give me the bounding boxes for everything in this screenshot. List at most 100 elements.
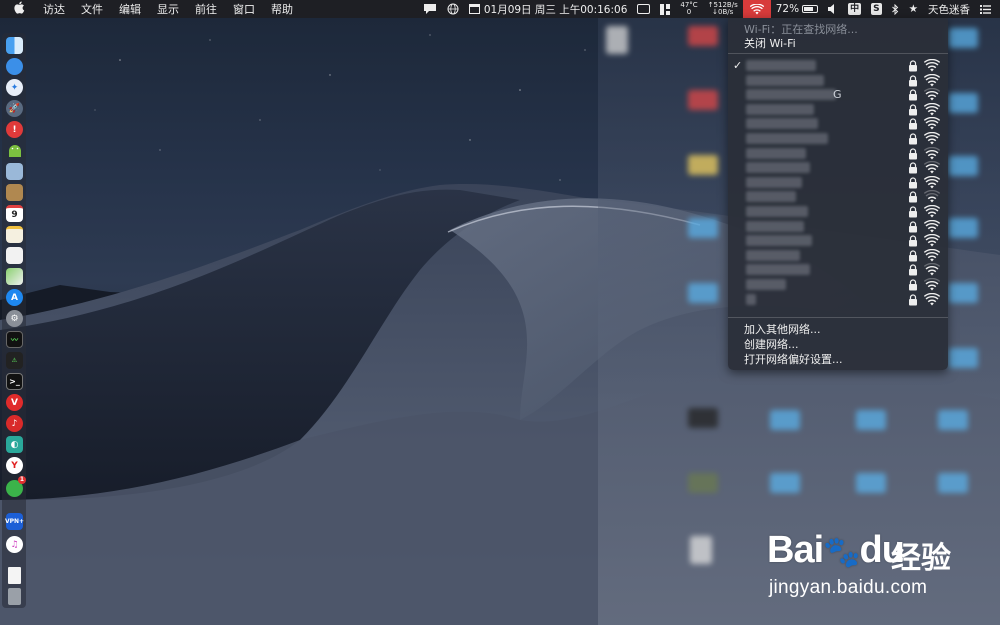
desktop-folder-icon[interactable]	[948, 93, 978, 113]
create-network-item[interactable]: 创建网络...	[744, 336, 799, 352]
app-store-red-icon[interactable]: !	[6, 121, 23, 138]
desktop-folder-icon[interactable]	[948, 28, 978, 48]
network-name-redacted	[746, 103, 814, 115]
desktop-folder-icon[interactable]	[688, 218, 718, 238]
console-icon[interactable]: ⚠	[6, 352, 23, 369]
sogou-text: S	[871, 3, 882, 15]
battery-item[interactable]: 72%	[771, 3, 823, 15]
yandex-icon[interactable]: Y	[6, 457, 23, 474]
temperature-sub-text: 0	[686, 8, 692, 16]
document-icon[interactable]	[8, 567, 21, 584]
sogou-input-icon[interactable]: S	[866, 3, 886, 15]
maps-route-icon[interactable]	[6, 268, 23, 285]
wifi-network-item[interactable]	[728, 219, 948, 234]
desktop-folder-icon[interactable]	[770, 473, 800, 493]
menu-file[interactable]: 文件	[73, 1, 111, 17]
wechat-icon[interactable]: 1	[6, 476, 26, 497]
launchpad-icon[interactable]: 🚀	[6, 100, 23, 117]
wifi-network-item[interactable]	[728, 73, 948, 88]
maps-icon[interactable]	[6, 247, 23, 264]
menu-edit[interactable]: 编辑	[111, 1, 149, 17]
finder-icon[interactable]	[6, 37, 23, 54]
wifi-network-item[interactable]	[728, 277, 948, 292]
wifi-network-item[interactable]	[728, 248, 948, 263]
wifi-network-item[interactable]: G	[728, 87, 948, 102]
join-other-network-item[interactable]: 加入其他网络...	[744, 321, 821, 337]
preview-icon[interactable]	[6, 163, 23, 180]
desktop-folder-icon[interactable]	[688, 283, 718, 303]
green-app-icon[interactable]: ◐	[6, 436, 23, 453]
trash-icon[interactable]	[8, 588, 21, 605]
desktop-folder-icon[interactable]	[948, 218, 978, 238]
window-layout-icon[interactable]	[655, 3, 675, 15]
reminders-icon[interactable]	[6, 226, 23, 243]
desktop-file-icon[interactable]	[606, 26, 628, 54]
desktop-folder-icon[interactable]	[938, 410, 968, 430]
desktop-folder-icon[interactable]	[948, 348, 978, 368]
desktop-folder-icon[interactable]	[948, 283, 978, 303]
list-icon[interactable]	[975, 4, 996, 14]
desktop-file-icon[interactable]	[690, 536, 712, 564]
open-network-preferences-item[interactable]: 打开网络偏好设置...	[744, 351, 843, 367]
star-icon[interactable]: ★	[904, 3, 923, 15]
desktop-folder-icon[interactable]	[938, 473, 968, 493]
wifi-network-item[interactable]	[728, 262, 948, 277]
wifi-network-item[interactable]	[728, 233, 948, 248]
calendar-icon[interactable]: 9	[6, 205, 23, 222]
network-speed-monitor[interactable]: ↑512B/s ↓0B/s	[703, 2, 743, 16]
lock-icon	[909, 206, 917, 218]
menu-help[interactable]: 帮助	[263, 1, 301, 17]
wifi-signal-icon	[924, 278, 940, 291]
desktop-folder-icon[interactable]	[688, 90, 718, 110]
desktop-folder-icon[interactable]	[856, 473, 886, 493]
vpn-icon[interactable]: VPN+	[5, 513, 24, 530]
activity-monitor-icon[interactable]: 〰	[6, 331, 23, 348]
notes-icon[interactable]	[6, 184, 23, 201]
wifi-network-item[interactable]	[728, 116, 948, 131]
menu-go[interactable]: 前往	[187, 1, 225, 17]
wifi-network-item[interactable]	[728, 146, 948, 161]
chat-bubble-icon[interactable]	[418, 3, 442, 15]
display-icon[interactable]	[632, 4, 655, 14]
desktop-folder-icon[interactable]	[688, 155, 718, 175]
bluetooth-icon[interactable]	[887, 3, 904, 15]
vivaldi-icon[interactable]: V	[6, 394, 23, 411]
volume-icon[interactable]	[823, 4, 843, 14]
desktop-folder-icon[interactable]	[770, 410, 800, 430]
app-store-icon[interactable]: A	[6, 289, 23, 306]
wifi-network-item[interactable]	[728, 131, 948, 146]
temperature-monitor[interactable]: 47°C 0	[675, 2, 702, 16]
safari-compass-icon[interactable]: ✦	[6, 79, 23, 96]
desktop-folder-icon[interactable]	[688, 26, 718, 46]
wifi-network-item[interactable]: ✓	[728, 58, 948, 73]
wifi-network-item[interactable]	[728, 189, 948, 204]
desktop-folder-icon[interactable]	[856, 410, 886, 430]
wifi-network-item[interactable]	[728, 175, 948, 190]
wifi-network-item[interactable]	[728, 204, 948, 219]
globe-icon[interactable]	[442, 3, 464, 15]
wifi-signal-icon	[924, 292, 940, 306]
terminal-icon[interactable]: >_	[6, 373, 23, 390]
turn-off-wifi-item[interactable]: 关闭 Wi-Fi	[744, 35, 796, 51]
wifi-network-item[interactable]	[728, 160, 948, 175]
menu-window[interactable]: 窗口	[225, 1, 263, 17]
menu-finder[interactable]: 访达	[35, 1, 73, 17]
wifi-status-icon[interactable]	[742, 0, 771, 18]
wifi-network-item[interactable]	[728, 292, 948, 307]
lock-icon	[909, 133, 917, 145]
system-preferences-icon[interactable]: ⚙	[6, 310, 23, 327]
desktop-folder-icon[interactable]	[948, 156, 978, 176]
android-icon[interactable]	[6, 142, 23, 159]
apple-logo-icon[interactable]	[0, 1, 35, 17]
input-method-item[interactable]: 中	[843, 3, 866, 15]
itunes-icon[interactable]: ♫	[6, 536, 23, 553]
desktop-app-icon[interactable]	[688, 473, 718, 493]
wifi-network-item[interactable]	[728, 102, 948, 117]
menu-view[interactable]: 显示	[149, 1, 187, 17]
desktop-app-icon[interactable]	[688, 408, 718, 428]
username-item[interactable]: 天色迷香	[923, 2, 975, 17]
datetime-item[interactable]: 01月09日 周三 上午00:16:06	[464, 2, 633, 17]
netease-music-icon[interactable]: ♪	[6, 415, 23, 432]
safari-icon[interactable]	[6, 58, 23, 75]
lock-icon	[909, 177, 917, 189]
